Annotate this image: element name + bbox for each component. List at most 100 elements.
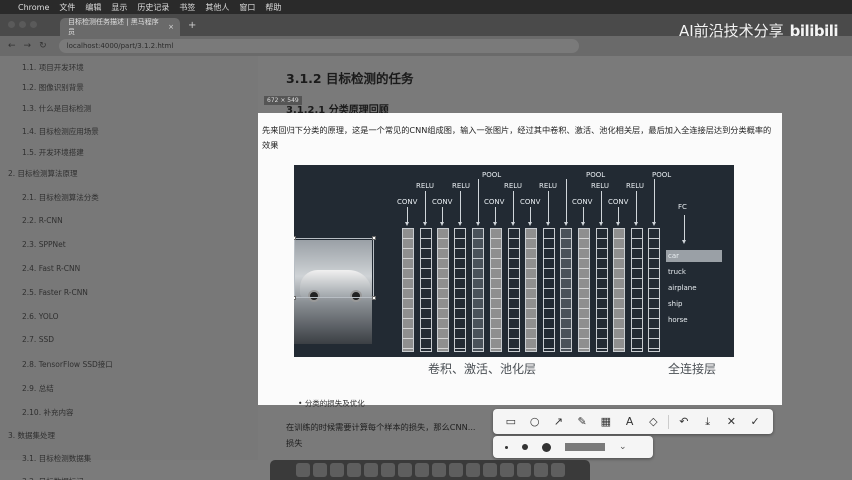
back-icon[interactable]: ← <box>8 41 16 51</box>
browser-tab[interactable]: 目标检测任务描述 | 黑马程序员 × <box>60 18 180 36</box>
forward-icon[interactable]: → <box>24 41 32 51</box>
dock-app-icon[interactable] <box>465 463 480 477</box>
dock-app-icon[interactable] <box>329 463 344 477</box>
pool-label: POOL <box>652 171 672 179</box>
menu-edit[interactable]: 编辑 <box>85 2 101 13</box>
resize-handle[interactable] <box>372 296 376 300</box>
menu-window[interactable]: 窗口 <box>239 2 255 13</box>
toc-item[interactable]: 2.6. YOLO <box>22 312 59 321</box>
undo-icon[interactable]: ↶ <box>675 413 693 431</box>
menu-bookmarks[interactable]: 书签 <box>179 2 195 13</box>
toc-item[interactable]: 1.1. 项目开发环境 <box>22 62 84 73</box>
toc-item[interactable]: 3.2. 目标数据标记 <box>22 476 84 480</box>
color-swatch[interactable] <box>565 443 605 451</box>
arrow-down-icon <box>440 207 444 226</box>
screenshot-selection[interactable]: 先来回归下分类的原理，这是一个常见的CNN组成图，输入一张图片，经过其中卷积、激… <box>258 113 782 408</box>
stroke-large[interactable] <box>542 442 551 452</box>
reload-icon[interactable]: ↻ <box>39 41 47 51</box>
resize-handle[interactable] <box>294 236 296 240</box>
toc-item[interactable]: 1.2. 图像识别背景 <box>22 82 84 93</box>
pen-icon[interactable]: ✎ <box>573 413 591 431</box>
url-input[interactable]: localhost:4000/part/3.1.2.html <box>58 39 579 53</box>
dock-app-icon[interactable] <box>363 463 378 477</box>
menu-help[interactable]: 帮助 <box>265 2 281 13</box>
arrow-down-icon <box>634 191 638 226</box>
minimize-window-button[interactable] <box>19 21 26 28</box>
toc-item[interactable]: 2.3. SPPNet <box>22 240 66 249</box>
annotation-toolbar: ▭ ○ ↗ ✎ ▦ A ◇ ↶ ⤓ ✕ ✓ <box>493 409 773 434</box>
download-icon[interactable]: ⤓ <box>699 413 717 431</box>
arrow-icon[interactable]: ↗ <box>549 413 567 431</box>
menu-chrome[interactable]: Chrome <box>18 3 49 12</box>
circle-icon[interactable]: ○ <box>526 413 544 431</box>
dock-app-icon[interactable] <box>533 463 548 477</box>
dock-app-icon[interactable] <box>448 463 463 477</box>
conv-label: CONV <box>432 198 453 206</box>
toc-item[interactable]: 1.4. 目标检测应用场景 <box>22 126 99 137</box>
relu-label: RELU <box>591 182 609 190</box>
menu-file[interactable]: 文件 <box>59 2 75 13</box>
feature-map-column <box>508 228 520 352</box>
resize-handle[interactable] <box>294 296 296 300</box>
stroke-small[interactable] <box>505 445 508 449</box>
caption-fc-layer: 全连接层 <box>668 362 717 376</box>
pool-label: POOL <box>482 171 502 179</box>
arrow-down-icon <box>493 207 497 226</box>
dock-app-icon[interactable] <box>482 463 497 477</box>
mosaic-icon[interactable]: ▦ <box>597 413 615 431</box>
conv-label: CONV <box>608 198 629 206</box>
chevron-down-icon[interactable]: ⌄ <box>619 442 627 452</box>
relu-label: RELU <box>452 182 470 190</box>
menu-people[interactable]: 其他人 <box>205 2 229 13</box>
toc-item[interactable]: 1.5. 开发环境搭建 <box>22 147 84 158</box>
toc-item[interactable]: 2.4. Fast R-CNN <box>22 264 80 273</box>
text-icon[interactable]: A <box>621 413 639 431</box>
toc-item[interactable]: 2.8. TensorFlow SSD接口 <box>22 359 113 370</box>
output-label: airplane <box>668 284 697 292</box>
caption-conv-layers: 卷积、激活、池化层 <box>428 362 537 376</box>
toc-sidebar: 1.1. 项目开发环境 1.2. 图像识别背景 1.3. 什么是目标检测 1.4. 目… <box>0 56 258 480</box>
conv-label: CONV <box>397 198 418 206</box>
toc-item[interactable]: 1.3. 什么是目标检测 <box>22 103 91 114</box>
toc-item[interactable]: 2.5. Faster R-CNN <box>22 288 88 297</box>
pool-label: POOL <box>586 171 606 179</box>
dock-app-icon[interactable] <box>312 463 327 477</box>
dock-app-icon[interactable] <box>499 463 514 477</box>
stroke-medium[interactable] <box>522 444 528 450</box>
dock-app-icon[interactable] <box>550 463 565 477</box>
tab-close-icon[interactable]: × <box>168 23 174 31</box>
toc-item[interactable]: 2. 目标检测算法原理 <box>8 168 78 179</box>
resize-handle[interactable] <box>372 236 376 240</box>
toc-item[interactable]: 3.1. 目标检测数据集 <box>22 453 91 464</box>
arrow-down-icon <box>599 191 603 226</box>
dock-app-icon[interactable] <box>380 463 395 477</box>
toc-item[interactable]: 2.1. 目标检测算法分类 <box>22 192 99 203</box>
menu-history[interactable]: 历史记录 <box>137 2 169 13</box>
new-tab-button[interactable]: + <box>188 20 196 31</box>
dock-app-icon[interactable] <box>346 463 361 477</box>
body-text: 损失 <box>286 438 303 448</box>
check-icon[interactable]: ✓ <box>746 413 764 431</box>
image-selection-box[interactable] <box>294 236 376 300</box>
zoom-window-button[interactable] <box>30 21 37 28</box>
dock-app-icon[interactable] <box>431 463 446 477</box>
eraser-icon[interactable]: ◇ <box>644 413 662 431</box>
output-label: car <box>668 252 680 260</box>
dock-app-icon[interactable] <box>295 463 310 477</box>
rect-icon[interactable]: ▭ <box>502 413 520 431</box>
dock-app-icon[interactable] <box>414 463 429 477</box>
toc-item[interactable]: 2.2. R-CNN <box>22 216 63 225</box>
toc-item[interactable]: 2.10. 补充内容 <box>22 407 73 418</box>
output-label: horse <box>668 316 688 324</box>
close-window-button[interactable] <box>8 21 15 28</box>
toc-item[interactable]: 3. 数据集处理 <box>8 430 55 441</box>
feature-map-column <box>437 228 449 352</box>
menu-view[interactable]: 显示 <box>111 2 127 13</box>
toc-item[interactable]: 2.9. 总结 <box>22 383 54 394</box>
close-icon[interactable]: ✕ <box>722 413 740 431</box>
dock-app-icon[interactable] <box>516 463 531 477</box>
page-title: 3.1.2 目标检测的任务 <box>286 71 414 86</box>
dock-app-icon[interactable] <box>397 463 412 477</box>
arrow-down-icon <box>682 215 686 244</box>
toc-item[interactable]: 2.7. SSD <box>22 335 54 344</box>
